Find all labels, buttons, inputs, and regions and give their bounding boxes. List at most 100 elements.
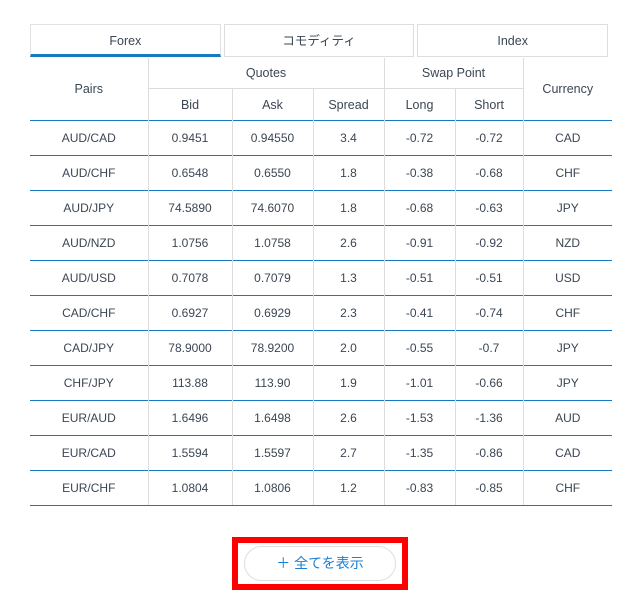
column-header-pairs: Pairs (30, 58, 149, 121)
show-all-button[interactable]: ＋ 全てを表示 (244, 546, 396, 581)
tab-forex[interactable]: Forex (30, 24, 221, 57)
cell-spread: 1.2 (313, 470, 385, 506)
table-row[interactable]: EUR/AUD 1.6496 1.6498 2.6 -1.53 -1.36 AUD (30, 400, 613, 436)
cell-short: -0.74 (455, 295, 524, 331)
cell-pair: CAD/CHF (30, 295, 149, 331)
table-row[interactable]: CHF/JPY 113.88 113.90 1.9 -1.01 -0.66 JPY (30, 365, 613, 401)
cell-ask: 1.0806 (232, 470, 314, 506)
cell-ask: 0.94550 (232, 120, 314, 156)
cell-pair: AUD/NZD (30, 225, 149, 261)
table-row[interactable]: AUD/NZD 1.0756 1.0758 2.6 -0.91 -0.92 NZD (30, 225, 613, 261)
cell-long: -0.72 (384, 120, 456, 156)
cell-bid: 1.0756 (148, 225, 233, 261)
cell-long: -0.83 (384, 470, 456, 506)
category-tab-bar: Forex コモディティ Index (30, 24, 609, 57)
cell-pair: CAD/JPY (30, 330, 149, 366)
cell-currency: JPY (523, 190, 613, 226)
cell-bid: 0.7078 (148, 260, 233, 296)
cell-spread: 1.9 (313, 365, 385, 401)
table-row[interactable]: AUD/CHF 0.6548 0.6550 1.8 -0.38 -0.68 CHF (30, 155, 613, 191)
cell-bid: 1.6496 (148, 400, 233, 436)
tab-index[interactable]: Index (417, 24, 609, 57)
cell-currency: JPY (523, 330, 613, 366)
cell-pair: EUR/CAD (30, 435, 149, 471)
cell-currency: JPY (523, 365, 613, 401)
cell-short: -1.36 (455, 400, 524, 436)
cell-long: -0.41 (384, 295, 456, 331)
cell-ask: 113.90 (232, 365, 314, 401)
table-row[interactable]: CAD/CHF 0.6927 0.6929 2.3 -0.41 -0.74 CHF (30, 295, 613, 331)
column-header-currency: Currency (542, 82, 594, 96)
cell-pair: AUD/USD (30, 260, 149, 296)
cell-short: -0.72 (455, 120, 524, 156)
tab-commodity[interactable]: コモディティ (223, 24, 415, 57)
cell-bid: 0.6927 (148, 295, 233, 331)
cell-spread: 2.0 (313, 330, 385, 366)
cell-short: -0.68 (455, 155, 524, 191)
cell-spread: 2.6 (313, 225, 385, 261)
cell-currency: CHF (523, 155, 613, 191)
cell-ask: 1.0758 (232, 225, 314, 261)
table-row[interactable]: EUR/CHF 1.0804 1.0806 1.2 -0.83 -0.85 CHF (30, 470, 613, 506)
cell-short: -0.63 (455, 190, 524, 226)
cell-spread: 2.7 (313, 435, 385, 471)
column-group-header-quotes: Quotes (148, 58, 385, 89)
cell-long: -1.35 (384, 435, 456, 471)
quotes-table: Pairs Quotes Swap Point Currency Bid Ask… (30, 58, 613, 506)
cell-currency: CAD (523, 435, 613, 471)
cell-currency: CHF (523, 295, 613, 331)
cell-short: -0.66 (455, 365, 524, 401)
cell-short: -0.85 (455, 470, 524, 506)
cell-short: -0.7 (455, 330, 524, 366)
cell-pair: AUD/CAD (30, 120, 149, 156)
cell-ask: 1.6498 (232, 400, 314, 436)
cell-short: -0.92 (455, 225, 524, 261)
cell-short: -0.86 (455, 435, 524, 471)
table-row[interactable]: CAD/JPY 78.9000 78.9200 2.0 -0.55 -0.7 JPY (30, 330, 613, 366)
cell-currency: CHF (523, 470, 613, 506)
table-row[interactable]: AUD/JPY 74.5890 74.6070 1.8 -0.68 -0.63 JPY (30, 190, 613, 226)
cell-spread: 1.8 (313, 190, 385, 226)
cell-pair: EUR/CHF (30, 470, 149, 506)
cell-bid: 78.9000 (148, 330, 233, 366)
cell-long: -0.55 (384, 330, 456, 366)
cell-ask: 1.5597 (232, 435, 314, 471)
cell-spread: 3.4 (313, 120, 385, 156)
cell-bid: 1.0804 (148, 470, 233, 506)
cell-pair: EUR/AUD (30, 400, 149, 436)
quotes-table-header: Pairs Quotes Swap Point Currency Bid Ask… (30, 58, 612, 121)
column-header-bid: Bid (148, 88, 233, 121)
cell-ask: 0.6929 (232, 295, 314, 331)
cell-long: -0.51 (384, 260, 456, 296)
cell-spread: 2.6 (313, 400, 385, 436)
cell-bid: 74.5890 (148, 190, 233, 226)
cell-long: -1.53 (384, 400, 456, 436)
table-row[interactable]: EUR/CAD 1.5594 1.5597 2.7 -1.35 -0.86 CAD (30, 435, 613, 471)
cell-ask: 0.6550 (232, 155, 314, 191)
column-group-header-swap-point: Swap Point (384, 58, 524, 89)
quotes-table-body: AUD/CAD 0.9451 0.94550 3.4 -0.72 -0.72 CAD AUD/… (30, 120, 613, 506)
cell-short: -0.51 (455, 260, 524, 296)
cell-pair: CHF/JPY (30, 365, 149, 401)
cell-bid: 0.9451 (148, 120, 233, 156)
cell-ask: 0.7079 (232, 260, 314, 296)
column-header-spread: Spread (313, 88, 385, 121)
cell-currency: AUD (523, 400, 613, 436)
column-header-ask: Ask (232, 88, 314, 121)
tab-forex-label: Forex (109, 34, 142, 48)
cell-currency: NZD (523, 225, 613, 261)
column-header-long: Long (384, 88, 456, 121)
quotes-table-container: Pairs Quotes Swap Point Currency Bid Ask… (30, 58, 613, 506)
cell-long: -1.01 (384, 365, 456, 401)
quotes-page: Forex コモディティ Index Pairs Quotes Swap Poi… (0, 0, 635, 596)
cell-bid: 113.88 (148, 365, 233, 401)
cell-long: -0.68 (384, 190, 456, 226)
cell-pair: AUD/CHF (30, 155, 149, 191)
tab-index-label: Index (497, 34, 528, 48)
cell-ask: 74.6070 (232, 190, 314, 226)
cell-pair: AUD/JPY (30, 190, 149, 226)
table-row[interactable]: AUD/USD 0.7078 0.7079 1.3 -0.51 -0.51 USD (30, 260, 613, 296)
cell-currency: USD (523, 260, 613, 296)
table-row[interactable]: AUD/CAD 0.9451 0.94550 3.4 -0.72 -0.72 CAD (30, 120, 613, 156)
column-header-short: Short (455, 88, 524, 121)
